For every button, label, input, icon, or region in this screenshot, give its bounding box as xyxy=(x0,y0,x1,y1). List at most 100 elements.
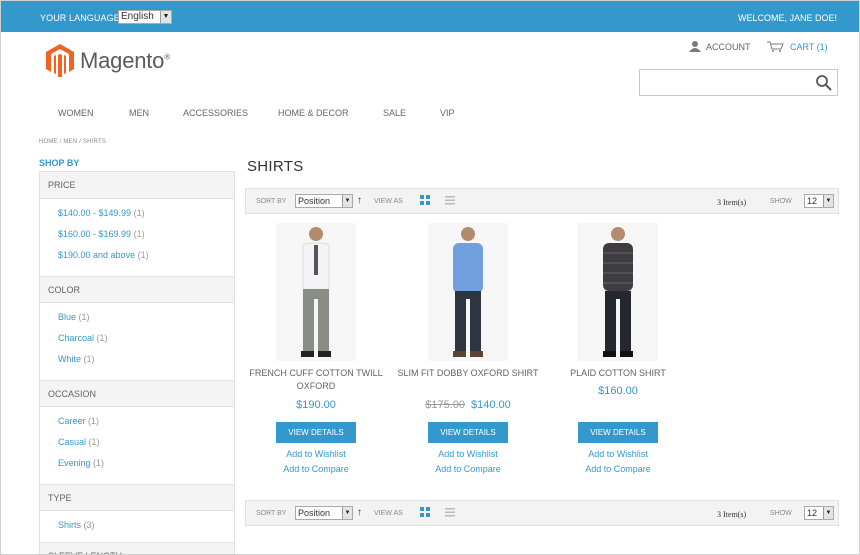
logo-text: Magento xyxy=(80,47,165,73)
view-as-label: VIEW AS xyxy=(374,198,403,205)
grid-view-icon[interactable] xyxy=(420,507,430,517)
language-value: English xyxy=(121,11,154,22)
regular-price: $190.00 xyxy=(296,399,336,411)
cart-icon xyxy=(767,41,784,52)
filter-title-type[interactable]: TYPE xyxy=(40,484,234,511)
search-input[interactable] xyxy=(639,69,838,96)
language-select[interactable]: English ▼ xyxy=(118,10,172,24)
regular-price: $160.00 xyxy=(598,385,638,397)
sort-by-select[interactable]: Position ▼ xyxy=(295,506,353,520)
filter-option[interactable]: Charcoal (1) xyxy=(58,332,234,353)
nav-item-vip[interactable]: VIP xyxy=(440,108,455,118)
view-as-label: VIEW AS xyxy=(374,510,403,517)
view-details-button[interactable]: VIEW DETAILS xyxy=(276,422,356,443)
logo[interactable]: Magento® xyxy=(45,44,170,77)
show-label: SHOW xyxy=(770,198,792,205)
product-item: PLAID COTTON SHIRT $160.00 VIEW DETAILS … xyxy=(543,223,693,477)
user-icon xyxy=(689,41,701,52)
filter-option[interactable]: Evening (1) xyxy=(58,457,234,478)
sort-by-select[interactable]: Position ▼ xyxy=(295,194,353,208)
add-to-wishlist-link[interactable]: Add to Wishlist xyxy=(543,447,693,462)
shop-by-heading: SHOP BY xyxy=(39,158,80,168)
product-price: $190.00 xyxy=(241,399,391,411)
sort-direction-icon[interactable]: ↑ xyxy=(357,195,362,206)
sort-by-label: SORT BY xyxy=(256,510,287,517)
grid-view-icon[interactable] xyxy=(420,195,430,205)
chevron-down-icon: ▼ xyxy=(342,507,352,519)
toolbar-bottom: SORT BY Position ▼ ↑ VIEW AS 3 Item(s) SH… xyxy=(245,500,839,526)
filter-title-sleeve-length[interactable]: SLEEVE LENGTH xyxy=(40,542,234,554)
chevron-down-icon: ▼ xyxy=(160,11,171,23)
search-icon[interactable] xyxy=(815,74,833,92)
filter-option[interactable]: Casual (1) xyxy=(58,436,234,457)
product-image[interactable] xyxy=(276,223,356,361)
filter-option[interactable]: Blue (1) xyxy=(58,311,234,332)
welcome-message: WELCOME, JANE DOE! xyxy=(737,13,837,23)
top-bar: YOUR LANGUAGE English ▼ WELCOME, JANE DO… xyxy=(1,1,859,32)
nav-item-accessories[interactable]: ACCESSORIES xyxy=(183,108,248,118)
add-to-wishlist-link[interactable]: Add to Wishlist xyxy=(241,447,391,462)
registered-mark: ® xyxy=(164,52,170,62)
toolbar-top: SORT BY Position ▼ ↑ VIEW AS 3 Item(s) SH… xyxy=(245,188,839,214)
sort-by-label: SORT BY xyxy=(256,198,287,205)
filter-options-type: Shirts (3) xyxy=(40,511,234,542)
filter-option[interactable]: $190.00 and above (1) xyxy=(58,249,234,270)
filter-options-price: $140.00 - $149.99 (1) $160.00 - $169.99 … xyxy=(40,199,234,276)
nav-item-women[interactable]: WOMEN xyxy=(58,108,94,118)
add-to-compare-link[interactable]: Add to Compare xyxy=(543,462,693,477)
page-title: SHIRTS xyxy=(247,158,304,175)
filter-option[interactable]: Career (1) xyxy=(58,415,234,436)
product-photo xyxy=(603,227,633,357)
cart-link[interactable]: CART (1) xyxy=(767,41,828,52)
filter-title-price[interactable]: PRICE xyxy=(40,172,234,199)
item-count: 3 Item(s) xyxy=(717,510,747,519)
layered-nav: PRICE $140.00 - $149.99 (1) $160.00 - $1… xyxy=(39,171,235,554)
account-label: ACCOUNT xyxy=(706,41,751,52)
product-name[interactable]: FRENCH CUFF COTTON TWILL OXFORD xyxy=(241,367,391,395)
add-to-compare-link[interactable]: Add to Compare xyxy=(241,462,391,477)
filter-title-color[interactable]: COLOR xyxy=(40,276,234,303)
filter-option[interactable]: Shirts (3) xyxy=(58,519,234,540)
chevron-down-icon: ▼ xyxy=(823,195,833,207)
filter-title-occasion[interactable]: OCCASION xyxy=(40,380,234,407)
view-details-button[interactable]: VIEW DETAILS xyxy=(428,422,508,443)
limit-select[interactable]: 12 ▼ xyxy=(804,506,834,520)
list-view-icon[interactable] xyxy=(445,508,455,517)
product-photo xyxy=(301,227,331,357)
breadcrumb[interactable]: HOME / MEN / SHIRTS xyxy=(39,139,106,145)
language-label: YOUR LANGUAGE xyxy=(40,13,120,23)
filter-options-occasion: Career (1) Casual (1) Evening (1) xyxy=(40,407,234,484)
item-count: 3 Item(s) xyxy=(717,198,747,207)
limit-select[interactable]: 12 ▼ xyxy=(804,194,834,208)
product-name[interactable]: SLIM FIT DOBBY OXFORD SHIRT xyxy=(393,367,543,395)
show-label: SHOW xyxy=(770,510,792,517)
chevron-down-icon: ▼ xyxy=(342,195,352,207)
list-view-icon[interactable] xyxy=(445,196,455,205)
filter-option[interactable]: White (1) xyxy=(58,353,234,374)
nav-item-home-decor[interactable]: HOME & DECOR xyxy=(278,108,349,118)
special-price: $140.00 xyxy=(471,399,511,411)
product-photo xyxy=(453,227,483,357)
view-details-button[interactable]: VIEW DETAILS xyxy=(578,422,658,443)
filter-option[interactable]: $140.00 - $149.99 (1) xyxy=(58,207,234,228)
page-frame: YOUR LANGUAGE English ▼ WELCOME, JANE DO… xyxy=(0,0,860,555)
nav-item-sale[interactable]: SALE xyxy=(383,108,406,118)
product-item: SLIM FIT DOBBY OXFORD SHIRT $175.00 $140.… xyxy=(393,223,543,477)
product-item: FRENCH CUFF COTTON TWILL OXFORD $190.00 … xyxy=(241,223,391,477)
filter-option[interactable]: $160.00 - $169.99 (1) xyxy=(58,228,234,249)
add-to-compare-link[interactable]: Add to Compare xyxy=(393,462,543,477)
filter-options-color: Blue (1) Charcoal (1) White (1) xyxy=(40,303,234,380)
product-image[interactable] xyxy=(428,223,508,361)
product-price: $160.00 xyxy=(543,385,693,397)
product-price: $175.00 $140.00 xyxy=(393,399,543,411)
chevron-down-icon: ▼ xyxy=(823,507,833,519)
magento-logo-icon xyxy=(46,44,74,77)
product-image[interactable] xyxy=(578,223,658,361)
sort-direction-icon[interactable]: ↑ xyxy=(357,507,362,518)
cart-label: CART (1) xyxy=(790,41,828,52)
account-link[interactable]: ACCOUNT xyxy=(689,41,751,52)
add-to-wishlist-link[interactable]: Add to Wishlist xyxy=(393,447,543,462)
product-name[interactable]: PLAID COTTON SHIRT xyxy=(543,367,693,381)
old-price: $175.00 xyxy=(425,399,465,411)
nav-item-men[interactable]: MEN xyxy=(129,108,149,118)
